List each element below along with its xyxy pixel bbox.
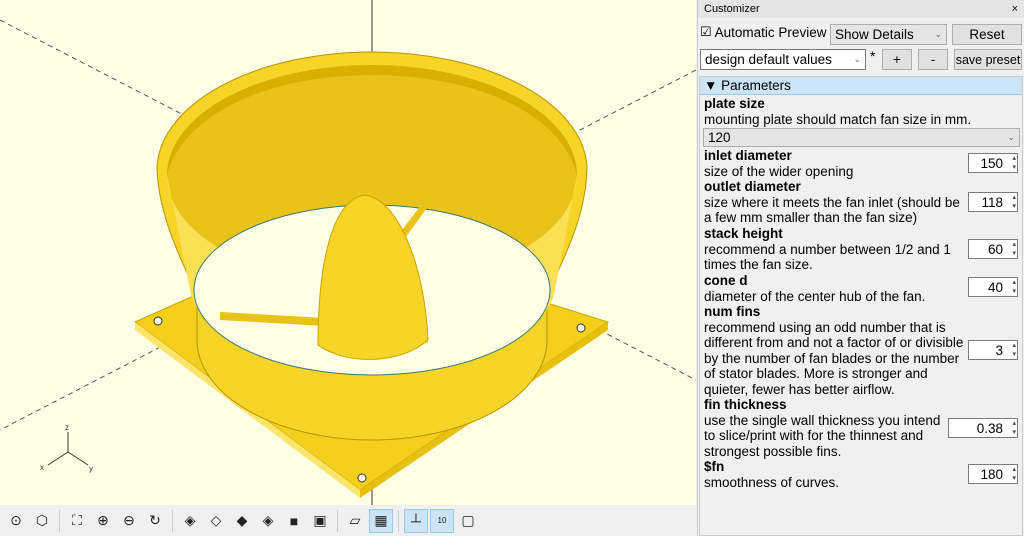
zoom-in-icon[interactable]: ⊕ bbox=[91, 509, 115, 533]
render-icon[interactable]: ⬡ bbox=[30, 509, 54, 533]
inlet-diameter-spinbox[interactable]: 150 bbox=[968, 153, 1018, 173]
add-preset-button[interactable]: + bbox=[882, 49, 912, 70]
param-desc: size where it meets the fan inlet (shoul… bbox=[704, 194, 960, 226]
param-desc: recommend using an odd number that is di… bbox=[704, 319, 964, 397]
param-name: num fins bbox=[704, 304, 761, 319]
parameters-list: ▼ Parameters plate size mounting plate sh… bbox=[699, 76, 1023, 536]
show-axes-icon[interactable]: ┴ bbox=[404, 508, 428, 533]
param-desc: size of the wider opening bbox=[704, 163, 854, 179]
details-select[interactable]: Show Details ⌄ bbox=[830, 24, 947, 45]
param-desc: diameter of the center hub of the fan. bbox=[704, 288, 926, 304]
show-scale-icon[interactable]: 10 bbox=[430, 508, 454, 533]
param-name: $fn bbox=[704, 459, 725, 474]
show-edges-icon[interactable]: ▢ bbox=[456, 509, 480, 533]
param-name: outlet diameter bbox=[704, 179, 801, 194]
remove-preset-button[interactable]: - bbox=[918, 49, 948, 70]
fn-spinbox[interactable]: 180 bbox=[968, 464, 1018, 484]
plate-size-select[interactable]: 120 ⌄ bbox=[703, 128, 1020, 147]
svg-text:z: z bbox=[65, 423, 69, 432]
view-toolbar: ⊙ ⬡ ⛶ ⊕ ⊖ ↻ ◈ ◇ ◆ ◈ ■ ▣ ▱ ▦ ┴ 10 ▢ bbox=[0, 505, 696, 536]
param-name: fin thickness bbox=[704, 397, 787, 412]
param-desc: use the single wall thickness you intend… bbox=[704, 412, 941, 459]
param-desc: mounting plate should match fan size in … bbox=[704, 111, 972, 127]
param-name: plate size bbox=[704, 96, 765, 111]
view-all-icon[interactable]: ⛶ bbox=[65, 509, 89, 533]
param-name: inlet diameter bbox=[704, 148, 792, 163]
chevron-down-icon: ⌄ bbox=[934, 29, 942, 39]
zoom-out-icon[interactable]: ⊖ bbox=[117, 509, 141, 533]
svg-text:x: x bbox=[40, 463, 44, 472]
view-top-icon[interactable]: ◇ bbox=[204, 509, 228, 533]
preset-select[interactable]: design default values ⌄ bbox=[700, 49, 866, 70]
model-render: z x y bbox=[0, 0, 696, 505]
fin-thickness-spinbox[interactable]: 0.38 bbox=[948, 418, 1018, 438]
panel-title: Customizer bbox=[704, 3, 760, 15]
view-left-icon[interactable]: ◈ bbox=[256, 509, 280, 533]
param-desc: smoothness of curves. bbox=[704, 474, 840, 490]
view-bottom-icon[interactable]: ◆ bbox=[230, 509, 254, 533]
customizer-panel: Customizer × ☑ Automatic Preview Show Det… bbox=[697, 0, 1024, 536]
save-preset-button[interactable]: save preset bbox=[954, 49, 1022, 70]
perspective-icon[interactable]: ▱ bbox=[343, 509, 367, 533]
parameters-section-header[interactable]: ▼ Parameters bbox=[700, 77, 1022, 95]
3d-viewport[interactable]: z x y bbox=[0, 0, 696, 505]
preview-render-icon[interactable]: ⊙ bbox=[4, 509, 28, 533]
view-right-icon[interactable]: ◈ bbox=[178, 509, 202, 533]
cone-d-spinbox[interactable]: 40 bbox=[968, 277, 1018, 297]
preset-modified-marker: * bbox=[870, 49, 876, 64]
close-icon[interactable]: × bbox=[1012, 3, 1018, 15]
stack-height-spinbox[interactable]: 60 bbox=[968, 239, 1018, 259]
reset-button[interactable]: Reset bbox=[952, 24, 1022, 45]
reset-view-icon[interactable]: ↻ bbox=[143, 509, 167, 533]
axis-indicator bbox=[47, 432, 89, 466]
svg-text:y: y bbox=[89, 464, 93, 473]
view-back-icon[interactable]: ▣ bbox=[308, 509, 332, 533]
outlet-diameter-spinbox[interactable]: 118 bbox=[968, 192, 1018, 212]
chevron-down-icon: ⌄ bbox=[853, 54, 861, 64]
view-front-icon[interactable]: ■ bbox=[282, 509, 306, 533]
auto-preview-label: Automatic Preview bbox=[714, 24, 827, 40]
param-name: stack height bbox=[704, 226, 783, 241]
num-fins-spinbox[interactable]: 3 bbox=[968, 340, 1018, 360]
param-name: cone d bbox=[704, 273, 748, 288]
orthogonal-icon[interactable]: ▦ bbox=[369, 508, 393, 533]
auto-preview-checkbox[interactable]: ☑ bbox=[700, 24, 712, 40]
param-desc: recommend a number between 1/2 and 1 tim… bbox=[704, 241, 951, 273]
